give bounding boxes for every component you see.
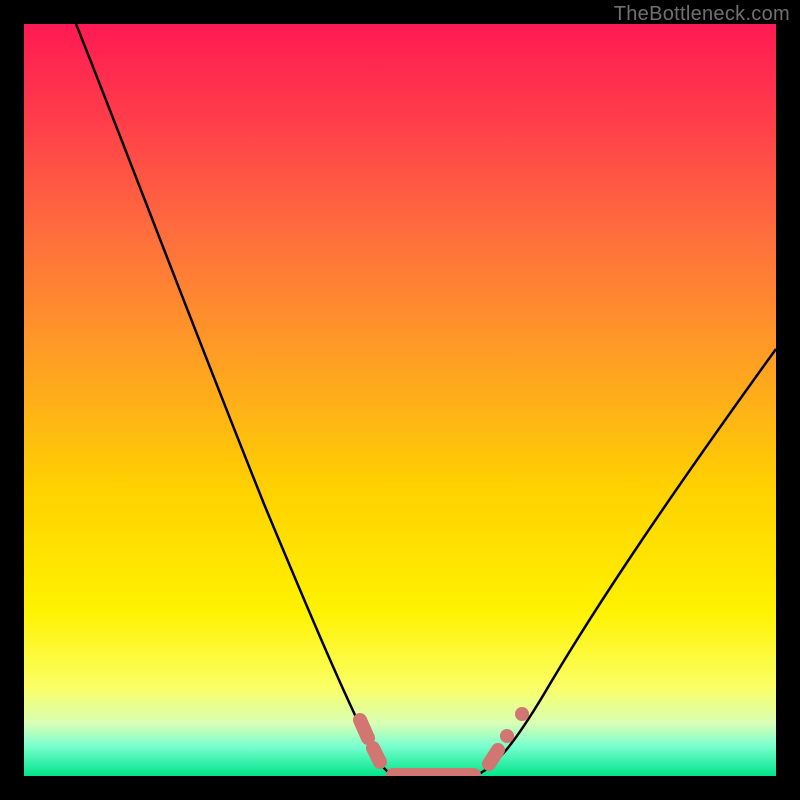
marker-right-lower — [489, 750, 498, 764]
marker-right-upper — [515, 707, 529, 721]
chart-plot-area — [24, 24, 776, 776]
marker-left-lower — [373, 748, 380, 762]
bottleneck-curve — [24, 24, 776, 776]
curve-left-branch — [76, 24, 394, 776]
marker-left-upper — [360, 720, 368, 738]
watermark-text: TheBottleneck.com — [614, 3, 790, 26]
marker-right-gap — [500, 729, 514, 743]
